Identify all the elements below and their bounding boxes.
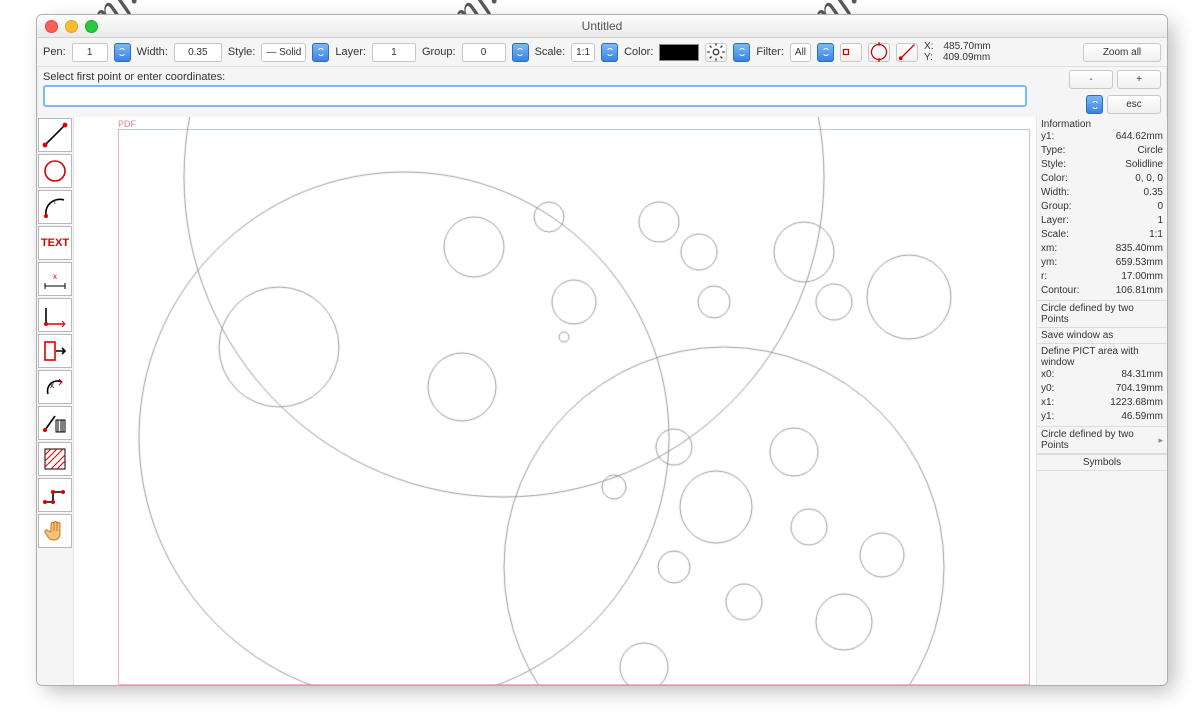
close-icon[interactable] xyxy=(45,20,58,33)
snap-icon-1[interactable] xyxy=(840,43,862,62)
pen-label: Pen: xyxy=(43,46,66,58)
command-input[interactable] xyxy=(43,85,1027,107)
circle-note: Circle defined by two Points xyxy=(1037,301,1167,328)
gear-icon[interactable] xyxy=(705,43,727,62)
style-dropdown[interactable] xyxy=(312,43,329,62)
width-field[interactable]: 0.35 xyxy=(174,43,222,62)
info-row: Layer:1 xyxy=(1041,214,1163,228)
minimize-icon[interactable] xyxy=(65,20,78,33)
info-row: Contour:106.81mm xyxy=(1041,284,1163,298)
filter-dropdown[interactable] xyxy=(817,43,834,62)
circle-note-2: Circle defined by two Points xyxy=(1041,429,1158,451)
tool-palette: r TEXT x x xyxy=(37,117,74,686)
pen-dropdown[interactable] xyxy=(114,43,131,62)
filter-select[interactable]: All xyxy=(790,43,811,62)
info-row: Color:0, 0, 0 xyxy=(1041,172,1163,186)
pict-row: x1:1223.68mm xyxy=(1041,396,1163,410)
info-panel: Information y1:644.62mmType:CircleStyle:… xyxy=(1036,117,1167,686)
zoom-icon[interactable] xyxy=(85,20,98,33)
scale-label: Scale: xyxy=(535,46,566,58)
hatch-tool[interactable] xyxy=(38,442,72,476)
prompt-text: Select first point or enter coordinates: xyxy=(37,67,1033,85)
info-row: ym:659.53mm xyxy=(1041,256,1163,270)
pan-tool[interactable] xyxy=(38,514,72,548)
axis-tool[interactable] xyxy=(38,298,72,332)
snap-icon-3[interactable] xyxy=(896,43,918,62)
width-label: Width: xyxy=(137,46,168,58)
group-field[interactable]: 0 xyxy=(462,43,506,62)
polyline-tool[interactable] xyxy=(38,478,72,512)
style-label: Style: xyxy=(228,46,256,58)
text-tool[interactable]: TEXT xyxy=(38,226,72,260)
circle-tool[interactable] xyxy=(38,154,72,188)
titlebar: Untitled xyxy=(37,15,1167,38)
snap-icon-2[interactable] xyxy=(868,43,890,62)
top-toolbar: Pen: 1 Width: 0.35 Style: — Solid Layer:… xyxy=(37,38,1167,67)
info-row: Scale:1:1 xyxy=(1041,228,1163,242)
line-tool[interactable] xyxy=(38,118,72,152)
zoom-out-button[interactable]: - xyxy=(1069,70,1113,89)
layer-label: Layer: xyxy=(335,46,366,58)
coordinate-readout: X:485.70mm Y:409.09mm xyxy=(924,41,991,63)
delete-tool[interactable] xyxy=(38,406,72,440)
pict-row: y1:46.59mm xyxy=(1041,410,1163,424)
group-label: Group: xyxy=(422,46,456,58)
pen-field[interactable]: 1 xyxy=(72,43,108,62)
zoom-all-button[interactable]: Zoom all xyxy=(1083,43,1161,62)
arc-tool[interactable]: r xyxy=(38,190,72,224)
symbols-header[interactable]: Symbols xyxy=(1037,454,1167,471)
info-row: Group:0 xyxy=(1041,200,1163,214)
dimension-tool[interactable]: x xyxy=(38,262,72,296)
info-row: Style:Solidline xyxy=(1041,158,1163,172)
app-window: Untitled Pen: 1 Width: 0.35 Style: — Sol… xyxy=(36,14,1168,686)
info-row: r:17.00mm xyxy=(1041,270,1163,284)
color-swatch[interactable] xyxy=(659,44,699,61)
scale-dropdown[interactable] xyxy=(601,43,618,62)
color-label: Color: xyxy=(624,46,653,58)
pict-row: y0:704.19mm xyxy=(1041,382,1163,396)
save-window-note[interactable]: Save window as xyxy=(1037,328,1167,344)
window-title: Untitled xyxy=(582,19,623,33)
info-row: Width:0.35 xyxy=(1041,186,1163,200)
style-select[interactable]: — Solid xyxy=(261,43,306,62)
drawing-canvas[interactable]: PDF xyxy=(74,117,1036,686)
scale-select[interactable]: 1:1 xyxy=(571,43,595,62)
group-dropdown[interactable] xyxy=(512,43,529,62)
pict-header: Define PICT area with window xyxy=(1041,346,1163,368)
esc-button[interactable]: esc xyxy=(1107,95,1161,114)
svg-text:x: x xyxy=(50,381,54,390)
info-row: y1:644.62mm xyxy=(1041,130,1163,144)
rotate-tool[interactable]: x xyxy=(38,370,72,404)
info-row: Type:Circle xyxy=(1041,144,1163,158)
layer-field[interactable]: 1 xyxy=(372,43,416,62)
zoom-dropdown[interactable] xyxy=(1086,95,1103,114)
info-row: xm:835.40mm xyxy=(1041,242,1163,256)
gear-dropdown[interactable] xyxy=(733,43,750,62)
pict-row: x0:84.31mm xyxy=(1041,368,1163,382)
svg-text:r: r xyxy=(54,197,57,206)
filter-label: Filter: xyxy=(756,46,784,58)
zoom-in-button[interactable]: + xyxy=(1117,70,1161,89)
info-header: Information xyxy=(1041,119,1163,130)
svg-text:x: x xyxy=(53,272,57,281)
export-tool[interactable] xyxy=(38,334,72,368)
disclosure-icon[interactable]: ▸ xyxy=(1158,435,1163,446)
